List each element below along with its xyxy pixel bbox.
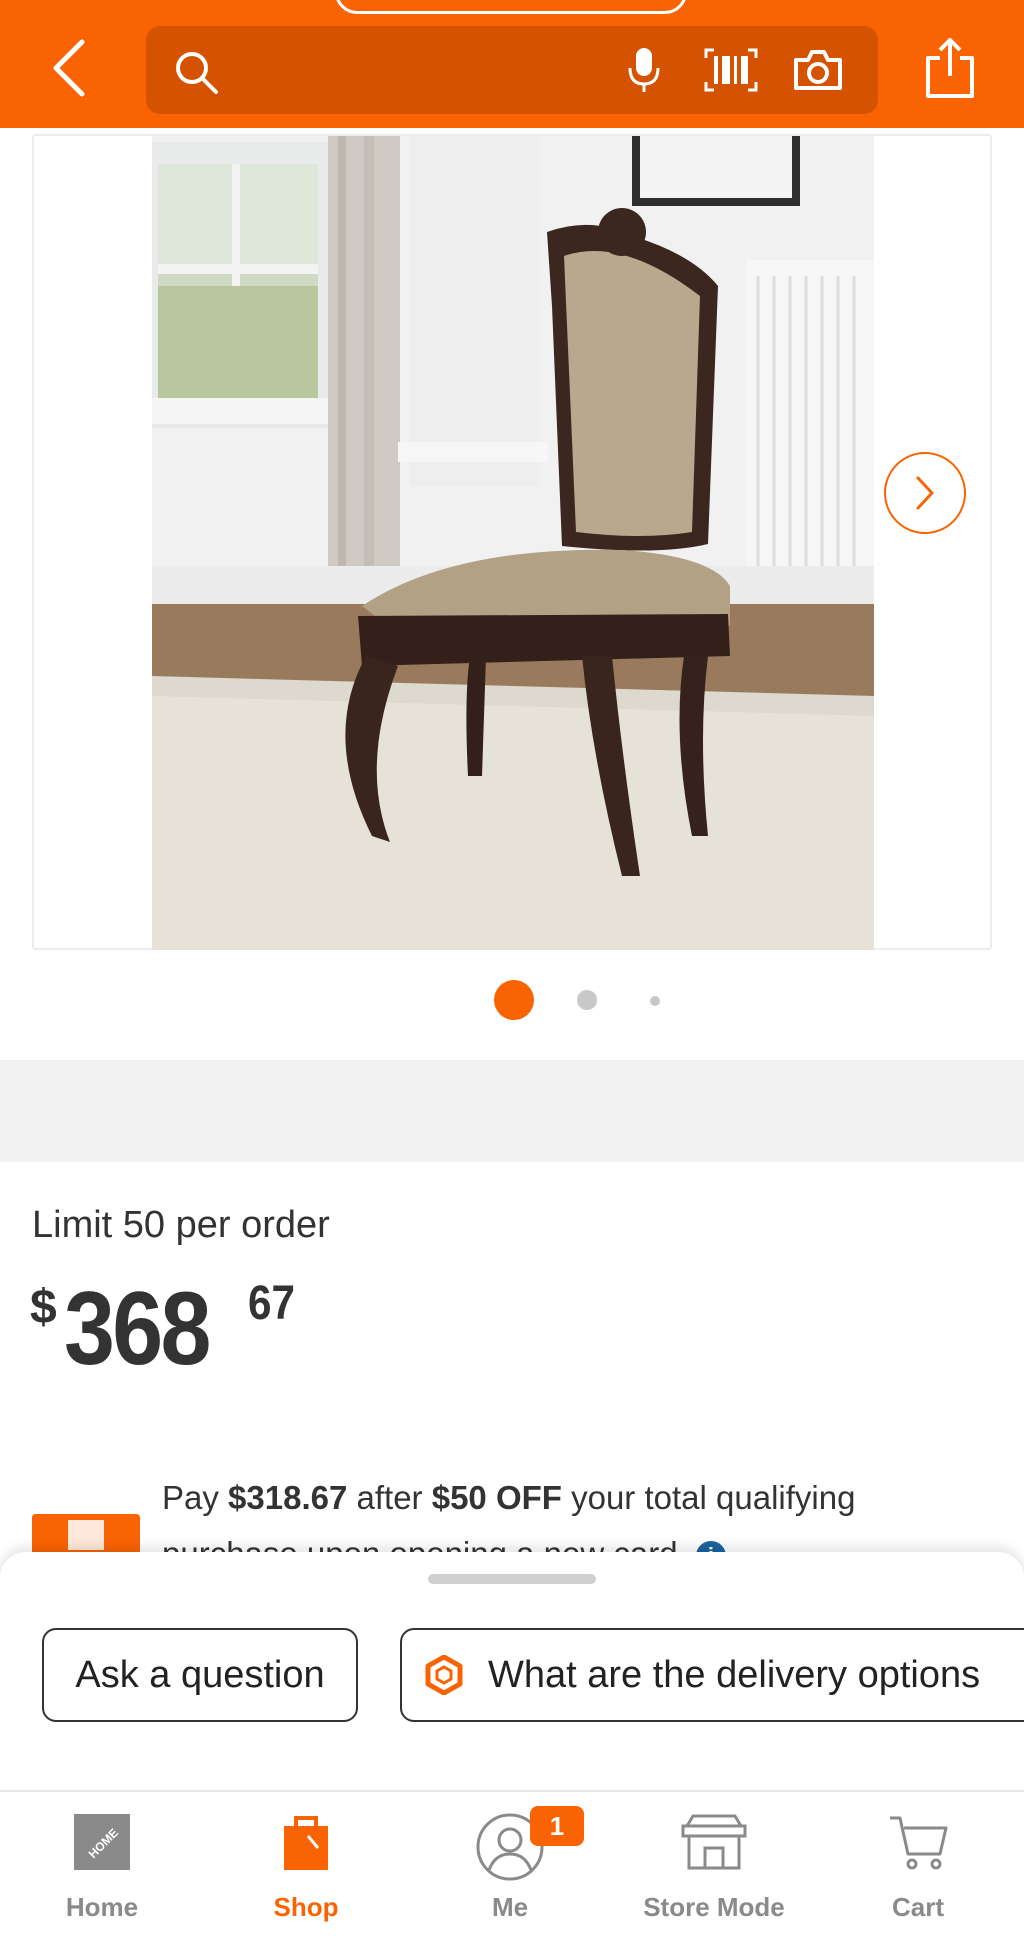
carousel-dot-active[interactable]	[494, 980, 534, 1020]
delivery-options-label: What are the delivery options	[488, 1653, 981, 1696]
product-image-gallery[interactable]	[0, 128, 1024, 1060]
store-icon	[681, 1814, 747, 1870]
search-input[interactable]	[146, 26, 878, 114]
shop-bag-icon	[284, 1816, 328, 1870]
search-icon	[176, 52, 218, 94]
notification-badge: 1	[530, 1806, 584, 1846]
sparkle-hexagon-icon	[425, 1655, 463, 1695]
price-dollars: 368	[64, 1271, 211, 1387]
cart-icon	[890, 1816, 948, 1870]
share-icon	[926, 38, 974, 98]
bottom-tab-bar: HOME Home Shop Me 1 Store Mode Cart	[0, 1790, 1024, 1955]
tab-cart[interactable]: Cart	[816, 1792, 1020, 1955]
chair-photo	[152, 136, 874, 950]
status-notch	[335, 0, 687, 14]
camera-icon[interactable]	[792, 48, 844, 92]
price-currency: $	[30, 1281, 57, 1334]
tab-store-mode[interactable]: Store Mode	[612, 1792, 816, 1955]
offer-discount: $50 OFF	[431, 1479, 562, 1516]
offer-sale-price: $318.67	[228, 1479, 348, 1516]
chevron-left-icon	[53, 39, 85, 97]
sheet-drag-handle[interactable]	[428, 1574, 596, 1584]
bottom-sheet: Ask a question What are the delivery opt…	[0, 1552, 1024, 1790]
section-divider	[0, 1060, 1024, 1162]
tab-label: Me	[491, 1892, 529, 1922]
price-cents: 67	[248, 1277, 295, 1330]
tab-label: Home	[65, 1892, 139, 1922]
tab-label: Store Mode	[643, 1892, 785, 1922]
delivery-options-button[interactable]: What are the delivery options	[400, 1628, 1024, 1722]
back-button[interactable]	[40, 38, 100, 98]
chevron-right-icon	[916, 476, 934, 510]
share-button[interactable]	[922, 36, 978, 100]
tab-label: Cart	[891, 1892, 944, 1922]
carousel-indicator	[0, 980, 1024, 1020]
ask-question-button[interactable]: Ask a question	[42, 1628, 358, 1722]
tab-label: Shop	[273, 1892, 339, 1922]
next-image-button[interactable]	[884, 452, 966, 534]
carousel-dot[interactable]	[650, 996, 660, 1006]
ask-question-label: Ask a question	[75, 1653, 325, 1696]
microphone-icon[interactable]	[624, 46, 664, 94]
top-app-bar	[0, 0, 1024, 128]
home-depot-logo-icon: HOME	[74, 1814, 130, 1870]
tab-home[interactable]: HOME Home	[0, 1792, 204, 1955]
tab-shop[interactable]: Shop	[204, 1792, 408, 1955]
product-image[interactable]	[152, 136, 874, 950]
barcode-scan-icon[interactable]	[704, 48, 758, 92]
purchase-limit: Limit 50 per order	[32, 1204, 330, 1246]
carousel-dot[interactable]	[577, 990, 597, 1010]
